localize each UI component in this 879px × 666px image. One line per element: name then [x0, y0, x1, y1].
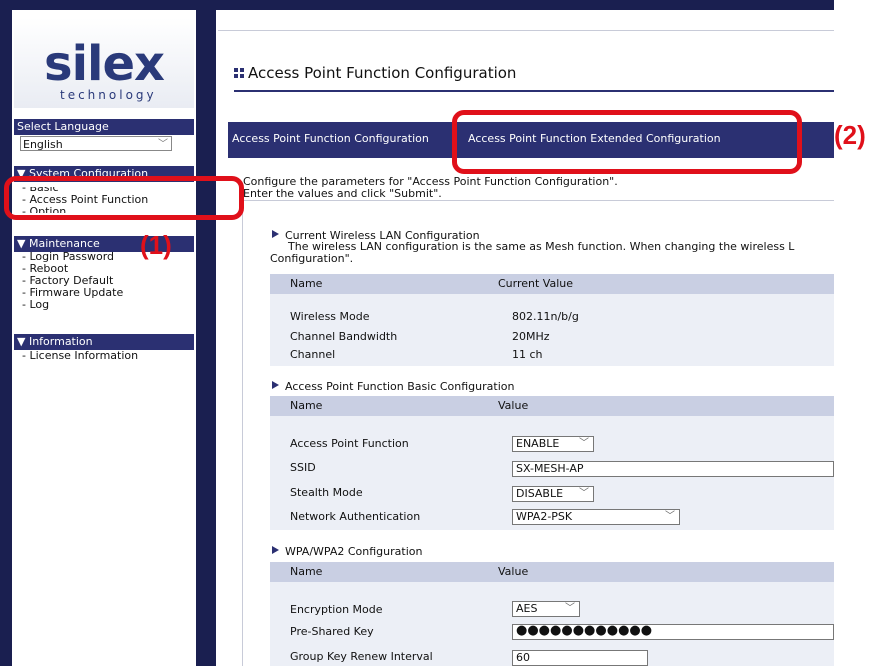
- logo-wordmark: silex: [44, 36, 165, 92]
- row-label: Pre-Shared Key: [290, 625, 374, 638]
- grid-icon: [234, 68, 244, 78]
- sidebar-item-license[interactable]: - License Information: [22, 350, 138, 362]
- annotation-highlight-2: [452, 110, 802, 174]
- row-value: 802.11n/b/g: [512, 310, 579, 323]
- triangle-right-icon: [272, 546, 279, 554]
- access-point-function-select[interactable]: ENABLE ﹀: [512, 436, 594, 452]
- pre-shared-key-input[interactable]: ●●●●●●●●●●●●: [512, 624, 834, 640]
- sidebar-item-log[interactable]: - Log: [22, 299, 49, 311]
- section-heading-wpa-config: WPA/WPA2 Configuration: [272, 545, 422, 558]
- row-label: Network Authentication: [290, 510, 421, 523]
- tab-ap-config[interactable]: Access Point Function Configuration: [232, 132, 429, 146]
- table-header: Name Value: [270, 396, 834, 416]
- title-underline: [234, 90, 834, 92]
- row-label: Channel: [290, 348, 336, 361]
- encryption-mode-select[interactable]: AES ﹀: [512, 601, 580, 617]
- frame-divider: [196, 0, 216, 666]
- language-value: English: [23, 138, 63, 151]
- intro-line-2: Enter the values and click "Submit".: [243, 187, 442, 200]
- row-label: SSID: [290, 461, 316, 474]
- logo-tagline: technology: [60, 88, 157, 102]
- annotation-label-1: (1): [140, 230, 172, 260]
- intro-text: Configure the parameters for "Access Poi…: [243, 176, 618, 200]
- row-label: Access Point Function: [290, 437, 409, 450]
- divider: [218, 30, 834, 31]
- chevron-down-icon: ﹀: [665, 511, 675, 522]
- row-label: Stealth Mode: [290, 486, 363, 499]
- section-note: The wireless LAN configuration is the sa…: [288, 240, 795, 253]
- select-language-label: Select Language: [14, 119, 194, 135]
- chevron-down-icon: ﹀: [565, 603, 575, 614]
- table-header: Name Value: [270, 562, 834, 582]
- chevron-down-icon: ﹀: [158, 139, 168, 150]
- table-header: Name Current Value: [270, 274, 834, 294]
- silex-logo: silex technology: [14, 18, 194, 108]
- sidebar-section-information[interactable]: ▼ Information: [14, 334, 194, 350]
- row-value: 11 ch: [512, 348, 543, 361]
- page-title: Access Point Function Configuration: [248, 64, 517, 82]
- sidebar: silex technology Select Language English…: [14, 18, 194, 666]
- network-authentication-select[interactable]: WPA2-PSK ﹀: [512, 509, 680, 525]
- triangle-right-icon: [272, 230, 279, 238]
- triangle-right-icon: [272, 381, 279, 389]
- row-label: Group Key Renew Interval: [290, 650, 433, 663]
- row-label: Wireless Mode: [290, 310, 370, 323]
- annotation-highlight-1: [4, 176, 244, 220]
- section-note-cont: Configuration".: [270, 252, 354, 265]
- divider: [242, 200, 834, 201]
- group-key-renew-interval-input[interactable]: 60: [512, 650, 648, 666]
- section-heading-basic-config: Access Point Function Basic Configuratio…: [272, 380, 514, 393]
- ssid-input[interactable]: SX-MESH-AP: [512, 461, 834, 477]
- window-frame-left: [0, 0, 12, 666]
- stealth-mode-select[interactable]: DISABLE ﹀: [512, 486, 594, 502]
- row-value: 20MHz: [512, 330, 550, 343]
- window-frame-top: [0, 0, 834, 10]
- annotation-label-2: (2): [834, 120, 866, 150]
- chevron-down-icon: ﹀: [579, 488, 589, 499]
- language-select[interactable]: English ﹀: [20, 136, 172, 151]
- chevron-down-icon: ﹀: [579, 438, 589, 449]
- divider: [242, 200, 243, 666]
- row-label: Channel Bandwidth: [290, 330, 398, 343]
- row-label: Encryption Mode: [290, 603, 383, 616]
